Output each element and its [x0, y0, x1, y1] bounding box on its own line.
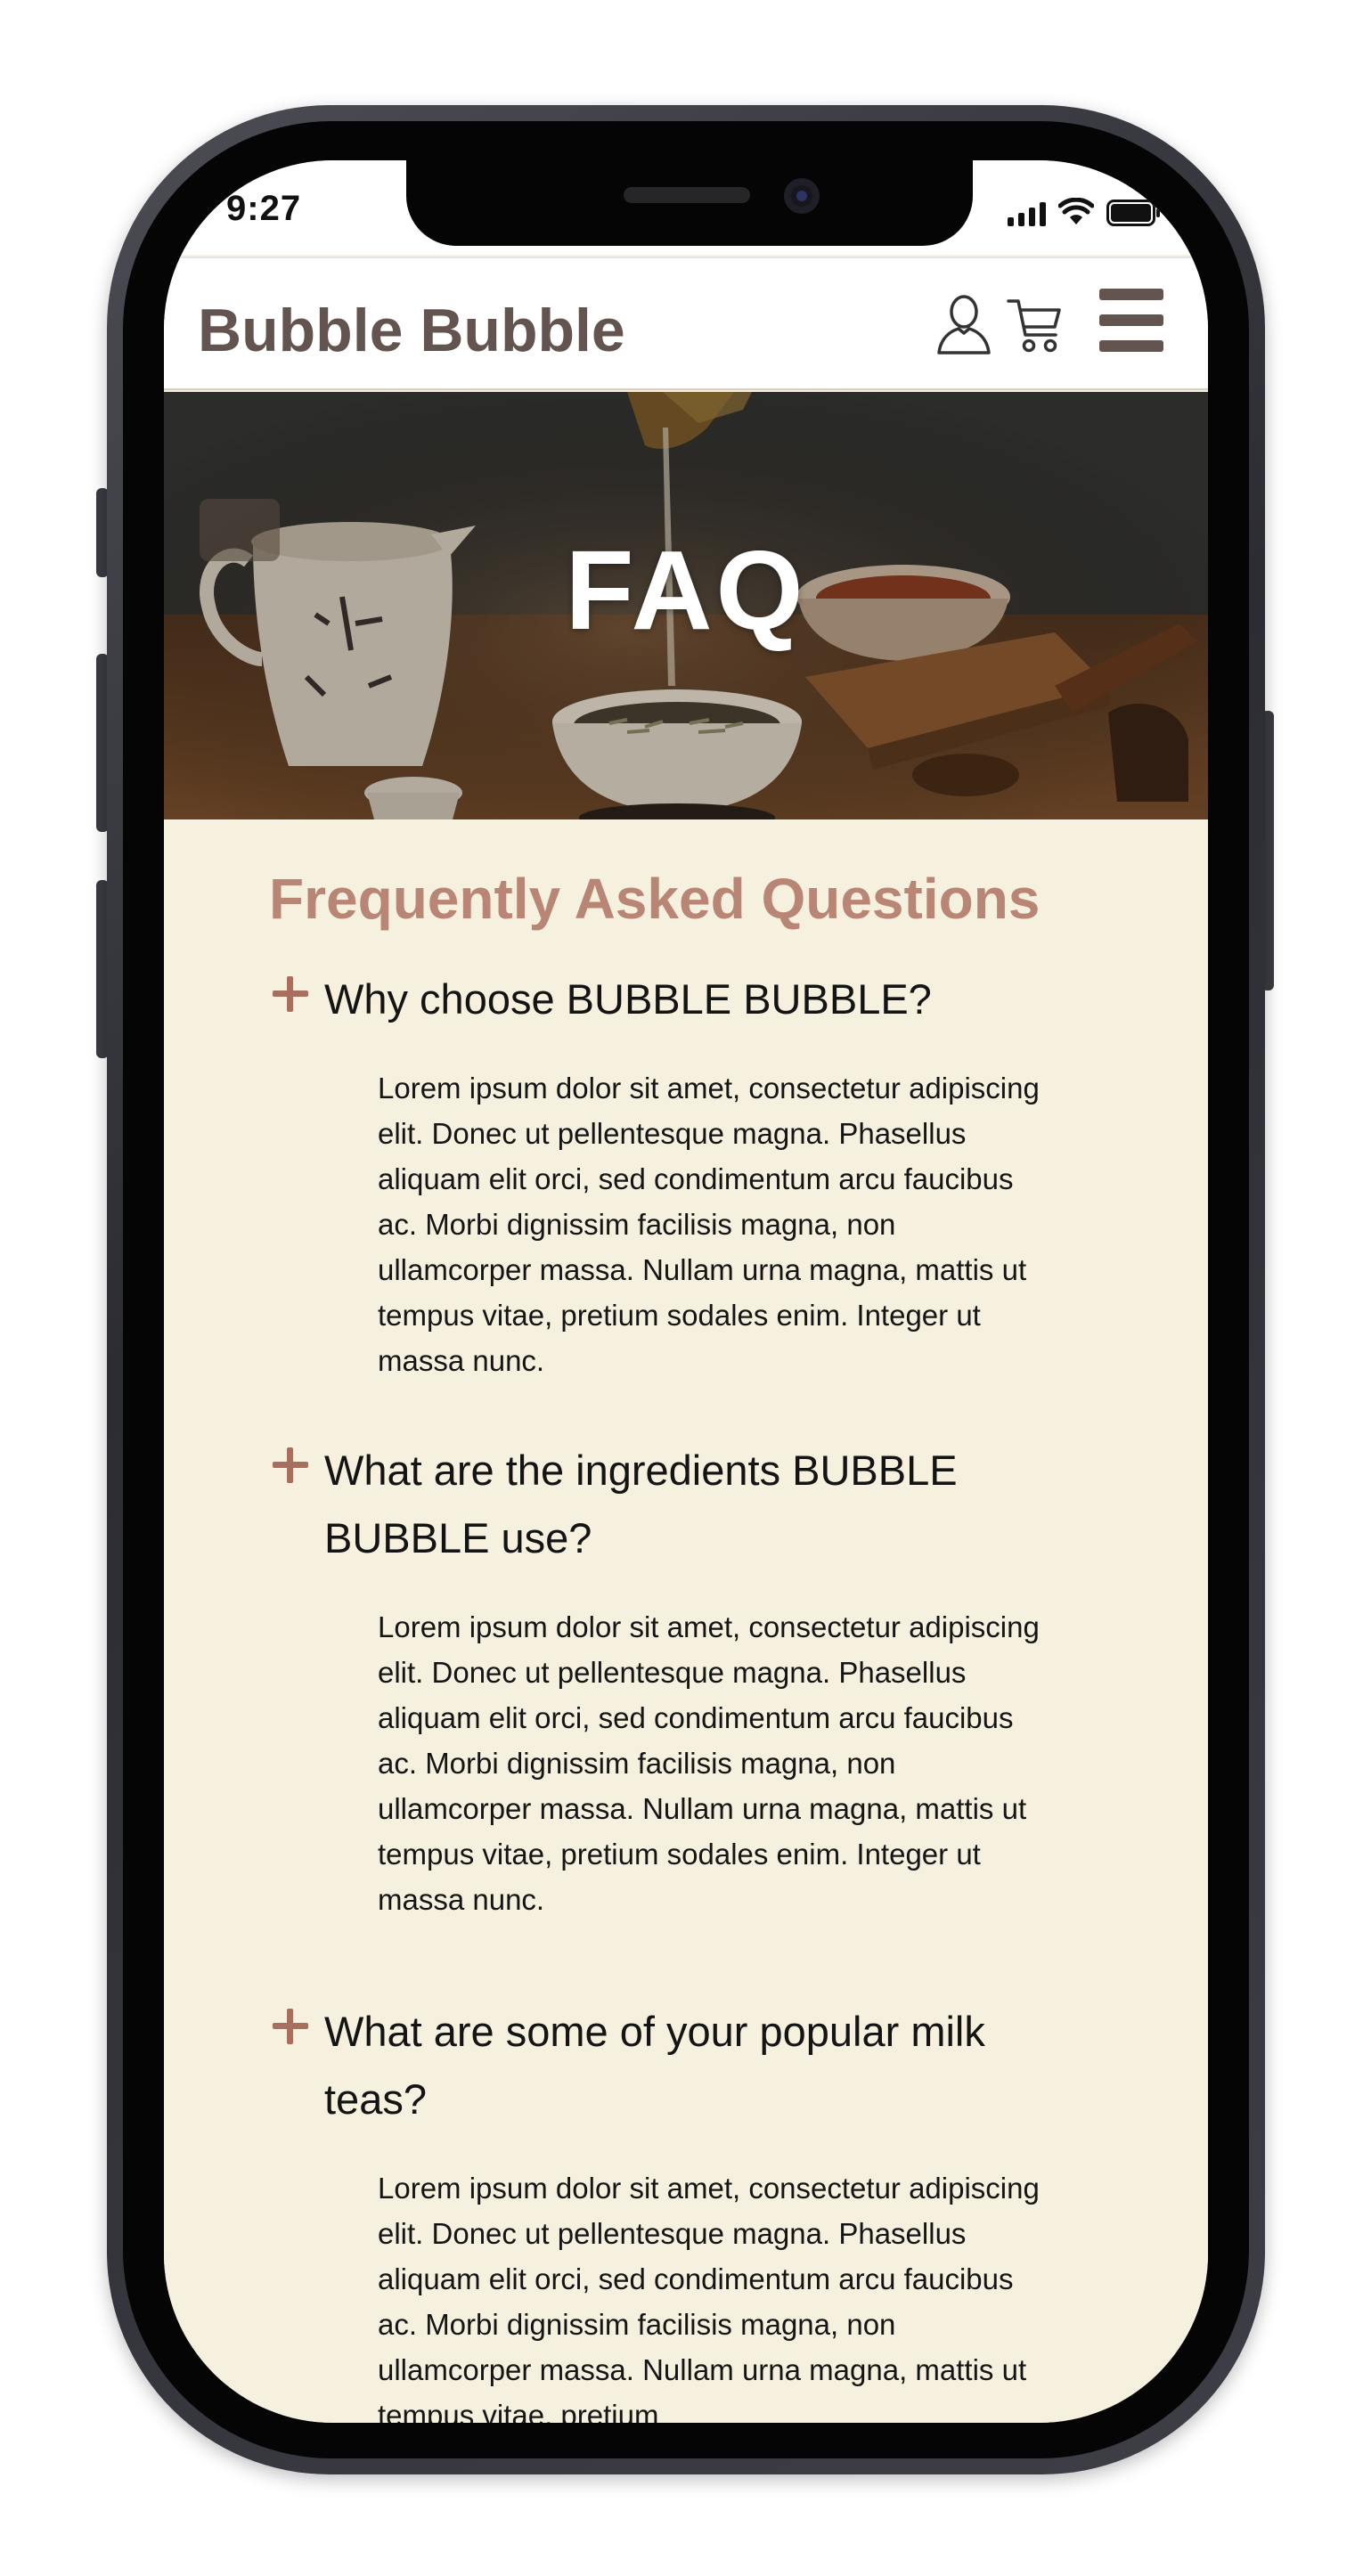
- plus-icon[interactable]: [269, 1444, 312, 1487]
- faq-answer: Lorem ipsum dolor sit amet, consectetur …: [378, 2172, 1040, 2423]
- user-icon[interactable]: [935, 292, 992, 356]
- status-bar: 9:27: [164, 160, 1208, 255]
- earpiece-speaker: [624, 187, 750, 203]
- faq-question[interactable]: Why choose BUBBLE BUBBLE?: [324, 966, 1055, 1033]
- hamburger-menu-icon[interactable]: [1098, 285, 1165, 356]
- hero-banner: FAQ: [164, 392, 1208, 819]
- cart-icon[interactable]: [1006, 294, 1065, 356]
- faq-question-toggle[interactable]: Why choose BUBBLE BUBBLE?: [269, 966, 1098, 1033]
- site-header: Bubble Bubble: [164, 257, 1208, 390]
- faq-item: What are some of your popular milk teas?…: [269, 1998, 1098, 2423]
- faq-answer: Lorem ipsum dolor sit amet, consectetur …: [378, 1072, 1040, 1377]
- status-time: 9:27: [226, 189, 302, 228]
- plus-icon[interactable]: [269, 973, 312, 1015]
- brand-logo-text[interactable]: Bubble Bubble: [198, 296, 625, 365]
- phone-notch: [406, 160, 973, 246]
- faq-question-toggle[interactable]: What are some of your popular milk teas?: [269, 1998, 1098, 2133]
- status-icons: [1008, 196, 1162, 226]
- wifi-icon: [1058, 198, 1094, 224]
- cellular-signal-icon: [1008, 200, 1046, 226]
- hero-title: FAQ: [565, 527, 807, 653]
- battery-icon: [1106, 200, 1160, 226]
- faq-question[interactable]: What are some of your popular milk teas?: [324, 1998, 1055, 2133]
- plus-icon[interactable]: [269, 2005, 312, 2048]
- faq-section: Frequently Asked Questions Why choose BU…: [164, 819, 1208, 2423]
- faq-question[interactable]: What are the ingredients BUBBLE BUBBLE u…: [324, 1437, 1055, 1572]
- phone-screen: 9:27 Bubble Bubble FAQ Frequently Asked …: [164, 160, 1208, 2423]
- faq-item: What are the ingredients BUBBLE BUBBLE u…: [269, 1437, 1098, 1922]
- faq-heading: Frequently Asked Questions: [269, 867, 1041, 931]
- faq-item: Why choose BUBBLE BUBBLE? Lorem ipsum do…: [269, 966, 1098, 1383]
- front-camera: [784, 178, 820, 214]
- faq-answer: Lorem ipsum dolor sit amet, consectetur …: [378, 1610, 1040, 1916]
- faq-question-toggle[interactable]: What are the ingredients BUBBLE BUBBLE u…: [269, 1437, 1098, 1572]
